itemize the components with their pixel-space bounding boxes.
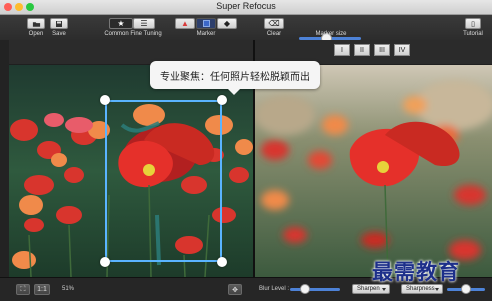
view-tab-1[interactable]: I bbox=[334, 44, 350, 56]
sharpness-slider-thumb[interactable] bbox=[461, 284, 471, 294]
common-mode-button[interactable]: ★ bbox=[109, 18, 133, 29]
blur-level-label: Blur Level : bbox=[259, 286, 290, 292]
open-label: Open bbox=[28, 31, 44, 37]
square-icon bbox=[202, 20, 210, 27]
move-arrows-icon: ✥ bbox=[232, 286, 238, 294]
focus-handle-bottom-right[interactable] bbox=[217, 257, 227, 267]
save-label: Save bbox=[52, 31, 66, 37]
open-button[interactable] bbox=[27, 18, 45, 29]
title-bar: Super Refocus bbox=[0, 0, 492, 15]
left-gutter bbox=[0, 40, 9, 277]
blur-level-track[interactable] bbox=[290, 288, 340, 291]
focus-handle-top-right[interactable] bbox=[217, 95, 227, 105]
move-tool-button[interactable]: ✥ bbox=[228, 284, 242, 295]
window-title: Super Refocus bbox=[216, 1, 276, 11]
tooltip-text: 专业聚焦：任何照片轻松脱颖而出 bbox=[160, 71, 310, 83]
sharpness-popup-label: Sharpness bbox=[406, 286, 435, 292]
open-icon bbox=[32, 21, 40, 27]
diamond-icon: ◆ bbox=[223, 19, 231, 28]
actual-size-label: 1:1 bbox=[37, 286, 47, 293]
marker-size-label: Marker size bbox=[315, 31, 347, 37]
focus-selection-rectangle[interactable] bbox=[105, 100, 222, 262]
mode-labels: Common Fine Tuning bbox=[104, 31, 162, 37]
save-button[interactable] bbox=[50, 18, 68, 29]
eraser-icon: ⌫ bbox=[268, 19, 280, 28]
focus-handle-bottom-left[interactable] bbox=[100, 257, 110, 267]
red-triangle-icon: ▲ bbox=[181, 19, 189, 28]
fit-to-window-button[interactable]: ⛶ bbox=[16, 284, 30, 295]
clear-label: Clear bbox=[266, 31, 282, 37]
marker-erase-button[interactable]: ◆ bbox=[217, 18, 237, 29]
view-tab-2[interactable]: II bbox=[354, 44, 370, 56]
feature-tooltip: 专业聚焦：任何照片轻松脱颖而出 bbox=[150, 61, 320, 95]
toolbar: ★ ☰ ▲ ◆ ⌫ ▯ Open Save Common Fine Tuning… bbox=[0, 15, 492, 44]
watermark-text: 最需教育 bbox=[372, 260, 460, 284]
app-window: Super Refocus ★ ☰ ▲ ◆ ⌫ ▯ Open Save Comm… bbox=[0, 0, 492, 301]
fit-screen-icon: ⛶ bbox=[20, 285, 26, 293]
marker-label: Marker bbox=[196, 31, 216, 37]
marker-add-button[interactable]: ▲ bbox=[175, 18, 195, 29]
book-icon: ▯ bbox=[471, 20, 475, 28]
clear-button[interactable]: ⌫ bbox=[264, 18, 284, 29]
sharpen-popup-label: Sharpen bbox=[357, 286, 380, 292]
marker-mode-button[interactable] bbox=[196, 18, 216, 29]
focus-handle-top-left[interactable] bbox=[100, 95, 110, 105]
star-icon: ★ bbox=[117, 19, 125, 28]
tutorial-button[interactable]: ▯ bbox=[465, 18, 481, 29]
view-tab-3[interactable]: III bbox=[374, 44, 390, 56]
view-tab-4[interactable]: IV bbox=[394, 44, 410, 56]
lines-icon: ☰ bbox=[140, 19, 148, 28]
blur-level-slider-thumb[interactable] bbox=[300, 284, 310, 294]
poppy-photo-preview bbox=[255, 65, 492, 277]
fine-tuning-mode-button[interactable]: ☰ bbox=[133, 18, 155, 29]
zoom-level: 51% bbox=[62, 286, 75, 292]
tutorial-label: Tutorial bbox=[463, 31, 483, 37]
preview-image-canvas[interactable] bbox=[255, 65, 492, 277]
actual-size-button[interactable]: 1:1 bbox=[34, 284, 50, 295]
save-icon bbox=[56, 20, 62, 27]
